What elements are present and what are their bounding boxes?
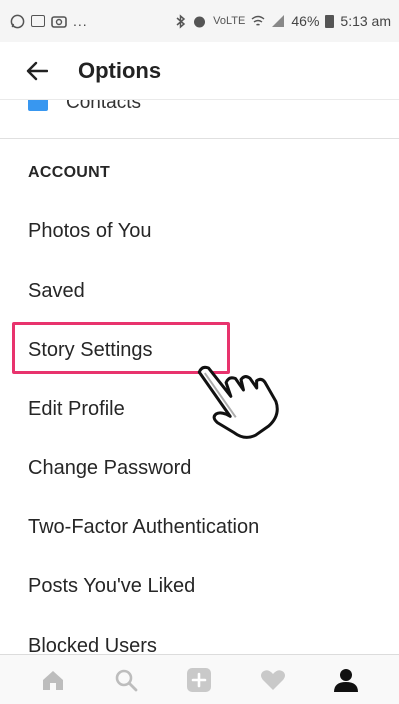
menu-item-saved[interactable]: Saved [28, 280, 85, 303]
section-divider [0, 138, 399, 139]
status-left: ... [10, 13, 88, 29]
heart-icon [260, 669, 285, 690]
menu-item-two-factor-authentication[interactable]: Two-Factor Authentication [28, 516, 259, 539]
gallery-icon [31, 15, 45, 27]
home-icon [42, 670, 63, 690]
pointing-hand-icon [197, 365, 279, 439]
search-icon [115, 669, 138, 691]
status-overflow: ... [73, 13, 88, 29]
profile-icon [334, 668, 359, 692]
status-bar: ... VoLTE 46% 5:13 am [0, 0, 399, 42]
menu-item-photos-of-you[interactable]: Photos of You [28, 220, 151, 243]
status-time: 5:13 am [340, 13, 391, 29]
back-arrow-icon [26, 61, 48, 80]
app-header: Options [0, 42, 399, 100]
status-right: VoLTE 46% 5:13 am [175, 13, 391, 29]
wifi-icon [251, 15, 265, 26]
nav-activity[interactable] [253, 660, 293, 700]
nav-search[interactable] [106, 660, 146, 700]
contacts-icon [28, 100, 48, 111]
nav-home[interactable] [33, 660, 73, 700]
menu-item-change-password[interactable]: Change Password [28, 457, 191, 480]
contacts-item[interactable]: Contacts [28, 100, 141, 114]
camera-icon [51, 16, 67, 28]
bluetooth-icon [176, 13, 186, 29]
contacts-label: Contacts [66, 100, 141, 113]
back-button[interactable] [22, 56, 52, 86]
menu-item-edit-profile[interactable]: Edit Profile [28, 398, 125, 421]
menu-item-posts-you-liked[interactable]: Posts You've Liked [28, 575, 195, 598]
add-icon [187, 667, 212, 692]
menu-item-blocked-users[interactable]: Blocked Users [28, 635, 157, 654]
nav-profile[interactable] [326, 660, 366, 700]
volte-label: VoLTE [213, 15, 246, 27]
options-list[interactable]: Contacts ACCOUNT Photos of You Saved Sto… [0, 100, 399, 654]
section-header-account: ACCOUNT [28, 164, 111, 181]
page-title: Options [78, 57, 162, 83]
signal-icon [272, 15, 285, 27]
alarm-icon [194, 16, 206, 27]
nav-add[interactable] [179, 660, 219, 700]
battery-icon [325, 14, 335, 28]
bottom-nav [0, 654, 399, 704]
battery-percent: 46% [291, 13, 320, 29]
whatsapp-icon [10, 14, 25, 28]
